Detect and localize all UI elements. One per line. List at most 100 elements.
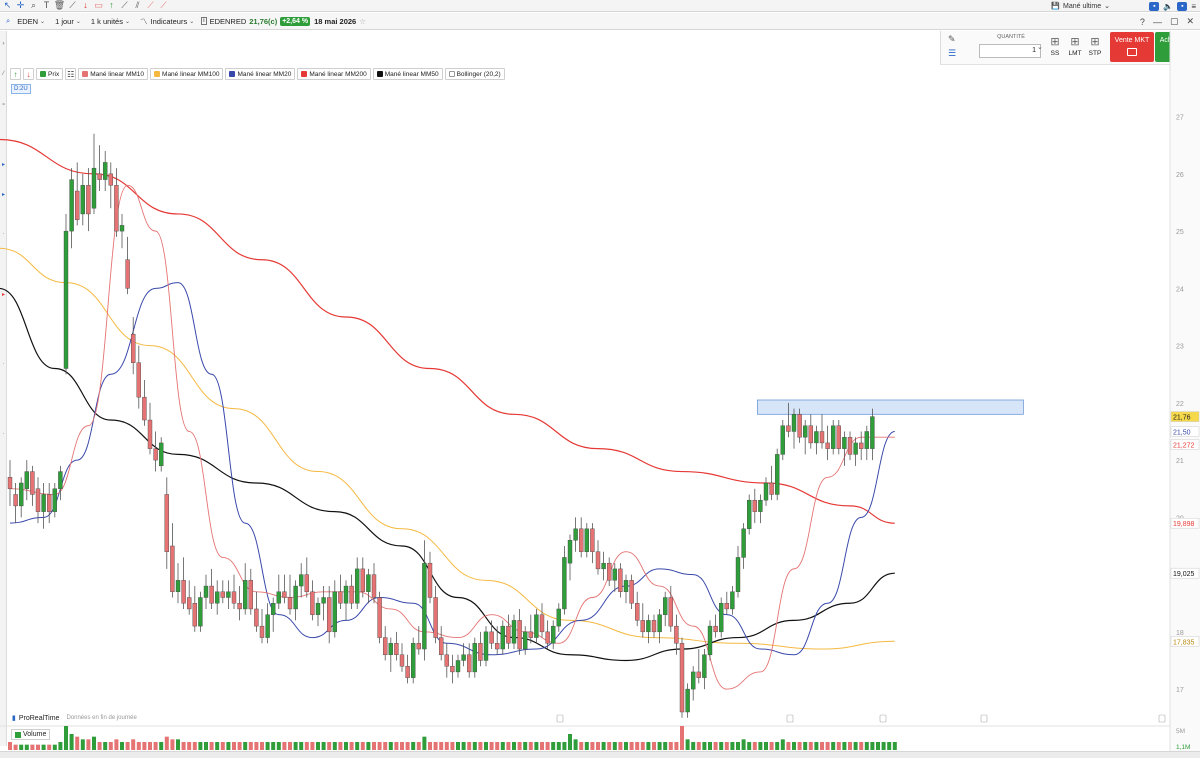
candle-body xyxy=(142,396,147,421)
candle-body xyxy=(30,471,35,495)
volume-bar xyxy=(808,742,813,750)
candle-body xyxy=(80,185,86,215)
candle-body xyxy=(130,333,136,363)
volume-bar xyxy=(724,742,729,750)
volume-bar xyxy=(713,742,718,750)
legend-mm10[interactable]: Mané linear MM10 xyxy=(78,68,149,80)
candle-body xyxy=(293,585,298,610)
candle-body xyxy=(640,620,645,633)
legend-mm100[interactable]: Mané linear MM100 xyxy=(150,68,224,80)
candle-body xyxy=(254,608,259,627)
volume-bar xyxy=(467,742,472,750)
volume-bar xyxy=(215,742,220,750)
candle-body xyxy=(214,591,220,604)
candle-body xyxy=(371,574,377,598)
legend-mm20[interactable]: Mané linear MM20 xyxy=(225,68,296,80)
candle-body xyxy=(399,654,405,667)
candle-body xyxy=(332,591,337,633)
candle-body xyxy=(327,597,332,633)
volume-bar xyxy=(411,742,416,750)
up-arrow-icon[interactable]: ↑ xyxy=(10,68,21,80)
volume-bar xyxy=(629,742,634,750)
volume-bar xyxy=(556,742,561,750)
candle-body xyxy=(567,540,573,564)
volume-bar xyxy=(635,742,640,750)
bottom-scrollbar[interactable] xyxy=(0,751,1200,758)
volume-bar xyxy=(439,742,444,750)
volume-bar xyxy=(108,742,113,750)
volume-bar xyxy=(232,742,236,750)
candle-body xyxy=(635,603,640,621)
legend-mm50[interactable]: Mané linear MM50 xyxy=(372,68,443,80)
volume-bar xyxy=(741,739,746,750)
legend-mm200[interactable]: Mané linear MM200 xyxy=(297,68,371,80)
volume-bar xyxy=(383,742,388,750)
candle-body xyxy=(763,482,769,501)
volume-bar xyxy=(159,742,164,750)
price-tag-label: 21,76 xyxy=(1173,415,1191,422)
candle-body xyxy=(719,603,724,633)
volume-bar xyxy=(456,742,460,750)
volume-bar xyxy=(220,742,225,750)
axis-tick-label: 26 xyxy=(1176,172,1184,179)
legend-price[interactable]: Prix xyxy=(36,68,64,80)
volume-bar xyxy=(299,742,304,750)
volume-bar xyxy=(579,742,584,750)
volume-bar xyxy=(271,742,276,750)
volume-bar xyxy=(495,742,500,750)
candle-body xyxy=(153,448,158,461)
candle-body xyxy=(147,419,153,449)
volume-bar xyxy=(663,742,668,750)
candle-body xyxy=(786,425,791,432)
volume-bar xyxy=(58,742,63,750)
volume-bar xyxy=(500,742,505,750)
ma-line-mm100 xyxy=(0,247,895,650)
legend-swatch xyxy=(229,71,236,77)
volume-bar xyxy=(489,742,494,750)
volume-bar xyxy=(540,742,544,750)
candle-body xyxy=(500,625,505,650)
legend-label: Mané linear MM200 xyxy=(309,70,367,78)
candle-body xyxy=(198,597,203,627)
volume-bar xyxy=(260,742,264,750)
legend-bollinger[interactable]: Bollinger (20,2) xyxy=(444,68,505,80)
candle-body xyxy=(164,494,170,552)
volume-bar xyxy=(36,744,40,750)
candle-body xyxy=(125,259,130,289)
volume-legend[interactable]: Volume xyxy=(11,729,51,740)
candle-body xyxy=(439,637,444,655)
candle-body xyxy=(349,585,354,604)
volume-bar xyxy=(612,742,617,750)
volume-bar xyxy=(360,742,365,750)
candle-body xyxy=(186,597,192,610)
event-marker xyxy=(980,714,988,723)
candle-body xyxy=(752,499,757,512)
volume-bar xyxy=(803,742,808,750)
candle-body xyxy=(47,494,52,512)
volume-bar xyxy=(848,742,852,750)
volume-bar xyxy=(461,742,466,750)
volume-bar xyxy=(198,742,203,750)
candle-body xyxy=(170,545,175,592)
price-chart[interactable]: 272625242322212019181721,7621,5021,27219… xyxy=(0,0,1200,758)
candle-body xyxy=(859,442,864,449)
candle-body xyxy=(674,625,679,644)
volume-bar xyxy=(764,742,768,750)
volume-bar xyxy=(176,739,180,750)
volume-bar xyxy=(153,742,158,750)
volume-bar xyxy=(892,742,897,750)
candle-body xyxy=(595,551,601,570)
volume-label: Volume xyxy=(23,731,47,738)
candle-body xyxy=(853,442,858,455)
settings-icon[interactable]: ☷ xyxy=(65,68,77,80)
ticker-tag[interactable]: D:2U xyxy=(11,84,31,94)
candle-body xyxy=(584,528,589,552)
volume-bar xyxy=(831,742,836,750)
down-arrow-icon[interactable]: ↓ xyxy=(23,68,34,80)
volume-bar xyxy=(170,739,175,750)
volume-bar xyxy=(736,742,740,750)
candle-body xyxy=(551,625,556,644)
candle-body xyxy=(24,471,29,489)
candle-body xyxy=(797,414,802,438)
candle-body xyxy=(769,482,774,495)
